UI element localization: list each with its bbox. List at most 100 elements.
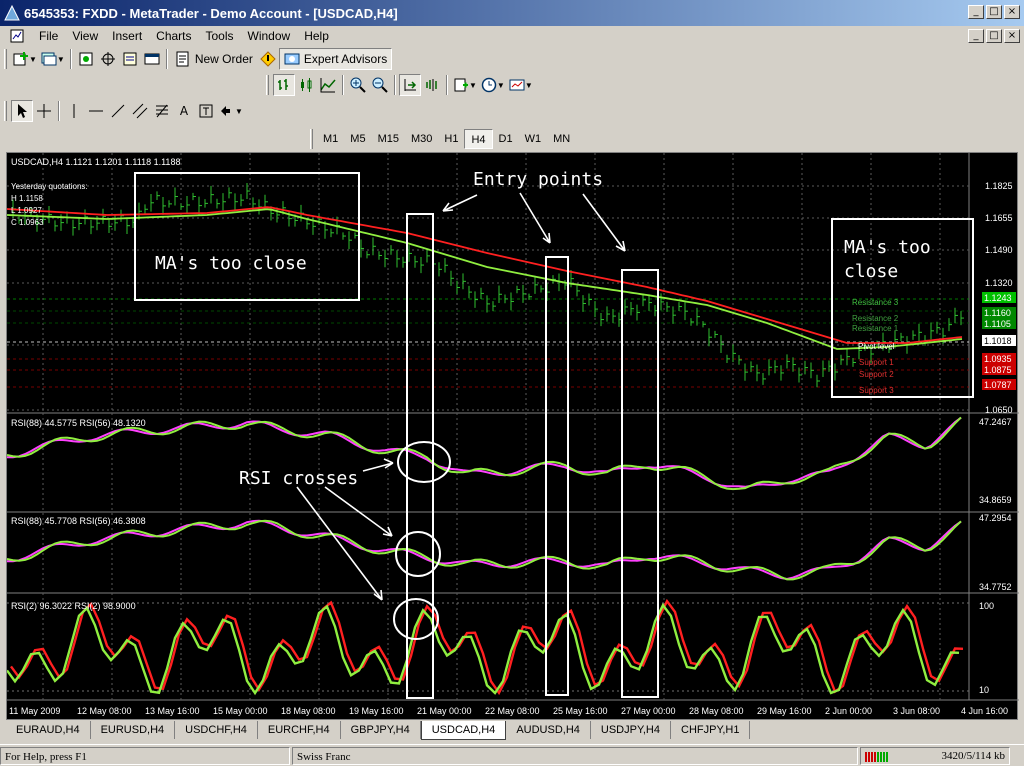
price-chart[interactable]: USDCAD,H4 1.1121 1.1201 1.1118 1.1188 Ye… bbox=[7, 153, 1019, 721]
price-badges: 1.1243 1.11601.1105 1.1018 1.09351.0875 1.07… bbox=[982, 292, 1016, 390]
chart-restore-button[interactable]: □ bbox=[986, 29, 1002, 43]
terminal-button[interactable] bbox=[141, 48, 163, 70]
vertical-line-icon bbox=[73, 104, 75, 118]
time-tick: 12 May 08:00 bbox=[77, 706, 132, 716]
tf-m5[interactable]: M5 bbox=[344, 129, 371, 149]
tf-m15[interactable]: M15 bbox=[372, 129, 405, 149]
fibonacci-button[interactable] bbox=[151, 100, 173, 122]
minimize-button[interactable]: _ bbox=[968, 5, 984, 19]
menu-charts[interactable]: Charts bbox=[149, 29, 198, 43]
text-button[interactable]: A bbox=[173, 100, 195, 122]
tf-d1[interactable]: D1 bbox=[493, 129, 519, 149]
tf-mn[interactable]: MN bbox=[547, 129, 576, 149]
crosshair-icon bbox=[100, 52, 115, 66]
time-tick: 13 May 16:00 bbox=[145, 706, 200, 716]
metatrader-app-icon bbox=[4, 5, 20, 21]
tab-gbpjpy[interactable]: GBPJPY,H4 bbox=[341, 721, 421, 739]
candlestick-icon bbox=[301, 78, 312, 92]
new-chart-button[interactable]: ▼ bbox=[11, 48, 39, 70]
menu-tools[interactable]: Tools bbox=[199, 29, 241, 43]
templates-button[interactable]: ▼ bbox=[507, 74, 535, 96]
tab-audusd[interactable]: AUDUSD,H4 bbox=[506, 721, 591, 739]
chart-shift-button[interactable] bbox=[421, 74, 443, 96]
auto-scroll-button[interactable] bbox=[399, 74, 421, 96]
tf-m1[interactable]: M1 bbox=[317, 129, 344, 149]
arrows-button[interactable]: ▼ bbox=[217, 100, 245, 122]
ma-slow-line bbox=[7, 208, 963, 350]
time-tick: 22 May 08:00 bbox=[485, 706, 540, 716]
expert-advisors-icon bbox=[284, 53, 300, 65]
profiles-button[interactable]: ▼ bbox=[39, 48, 67, 70]
metaeditor-button[interactable] bbox=[257, 48, 279, 70]
pivot-s1-label: Support 1 bbox=[859, 358, 894, 367]
text-label-button[interactable] bbox=[195, 100, 217, 122]
pivot-r3-label: Resistance 3 bbox=[852, 298, 899, 307]
time-tick: 2 Jun 00:00 bbox=[825, 706, 872, 716]
candlestick-button[interactable] bbox=[295, 74, 317, 96]
market-watch-button[interactable] bbox=[75, 48, 97, 70]
maximize-button[interactable]: □ bbox=[986, 5, 1002, 19]
cursor-arrow-icon bbox=[18, 104, 27, 118]
crosshair-button[interactable] bbox=[33, 100, 55, 122]
tf-m30[interactable]: M30 bbox=[405, 129, 438, 149]
menu-help[interactable]: Help bbox=[297, 29, 336, 43]
status-bar: For Help, press F1 Swiss Franc 3420/5/11… bbox=[0, 744, 1024, 766]
trendline-icon bbox=[111, 104, 125, 118]
quotes-low: L 1.0927 bbox=[11, 206, 42, 215]
pivot-r1-label: Resistance 1 bbox=[852, 324, 899, 333]
menu-file[interactable]: File bbox=[32, 29, 65, 43]
data-window-button[interactable] bbox=[97, 48, 119, 70]
tab-euraud[interactable]: EURAUD,H4 bbox=[6, 721, 91, 739]
chart-close-button[interactable]: × bbox=[1004, 29, 1020, 43]
menu-window[interactable]: Window bbox=[241, 29, 298, 43]
indicators-button[interactable]: ▼ bbox=[451, 74, 479, 96]
tab-eurusd[interactable]: EURUSD,H4 bbox=[91, 721, 176, 739]
rsi1-max: 47.2467 bbox=[979, 417, 1012, 427]
time-tick: 4 Jun 16:00 bbox=[961, 706, 1008, 716]
chart-window[interactable]: USDCAD,H4 1.1121 1.1201 1.1118 1.1188 Ye… bbox=[6, 152, 1019, 721]
chart-minimize-button[interactable]: _ bbox=[968, 29, 984, 43]
tab-chfjpy[interactable]: CHFJPY,H1 bbox=[671, 721, 751, 739]
tab-eurchf[interactable]: EURCHF,H4 bbox=[258, 721, 341, 739]
annotation-entry-points: Entry points bbox=[473, 169, 603, 190]
new-order-button[interactable]: New Order bbox=[171, 48, 257, 70]
tf-w1[interactable]: W1 bbox=[519, 129, 548, 149]
navigator-button[interactable] bbox=[119, 48, 141, 70]
pivot-r2-label: Resistance 2 bbox=[852, 314, 899, 323]
tab-usdjpy[interactable]: USDJPY,H4 bbox=[591, 721, 671, 739]
line-chart-button[interactable] bbox=[317, 74, 339, 96]
standard-toolbar: ▼ ▼ New Order Expert Advisors bbox=[0, 46, 393, 72]
bar-chart-icon bbox=[278, 79, 288, 90]
rsi1-header: RSI(88) 44.5775 RSI(56) 48.1320 bbox=[11, 418, 146, 428]
zoom-in-button[interactable] bbox=[347, 74, 369, 96]
price-badge-label: 1.0787 bbox=[984, 380, 1012, 390]
tf-h1[interactable]: H1 bbox=[438, 129, 464, 149]
templates-icon bbox=[509, 79, 525, 91]
periods-button[interactable]: ▼ bbox=[479, 74, 507, 96]
price-badge-label: 1.1243 bbox=[984, 293, 1012, 303]
expert-advisors-button[interactable]: Expert Advisors bbox=[278, 48, 393, 70]
annotation-rsi-crosses: RSI crosses bbox=[239, 468, 358, 489]
menu-insert[interactable]: Insert bbox=[105, 29, 149, 43]
vertical-line-button[interactable] bbox=[63, 100, 85, 122]
cursor-button[interactable] bbox=[11, 100, 33, 122]
time-tick: 18 May 08:00 bbox=[281, 706, 336, 716]
price-tick: 1.1825 bbox=[985, 181, 1013, 191]
bar-chart-button[interactable] bbox=[273, 74, 295, 96]
tab-usdcad[interactable]: USDCAD,H4 bbox=[420, 721, 507, 740]
clock-icon bbox=[481, 77, 497, 93]
expert-advisors-label: Expert Advisors bbox=[303, 52, 388, 66]
tab-usdchf[interactable]: USDCHF,H4 bbox=[175, 721, 258, 739]
zoom-out-button[interactable] bbox=[369, 74, 391, 96]
close-button[interactable]: × bbox=[1004, 5, 1020, 19]
tf-h4[interactable]: H4 bbox=[464, 129, 493, 149]
horizontal-line-button[interactable] bbox=[85, 100, 107, 122]
rsi1-fast-line bbox=[7, 416, 962, 488]
equidistant-channel-button[interactable] bbox=[129, 100, 151, 122]
menu-view[interactable]: View bbox=[65, 29, 105, 43]
connection-status[interactable]: 3420/5/114 kb bbox=[860, 746, 1010, 765]
rsi2-slow-line bbox=[7, 519, 962, 581]
rsi2-fast-line bbox=[7, 519, 962, 581]
annotation-ma-close-right-2: close bbox=[844, 261, 898, 282]
trendline-button[interactable] bbox=[107, 100, 129, 122]
